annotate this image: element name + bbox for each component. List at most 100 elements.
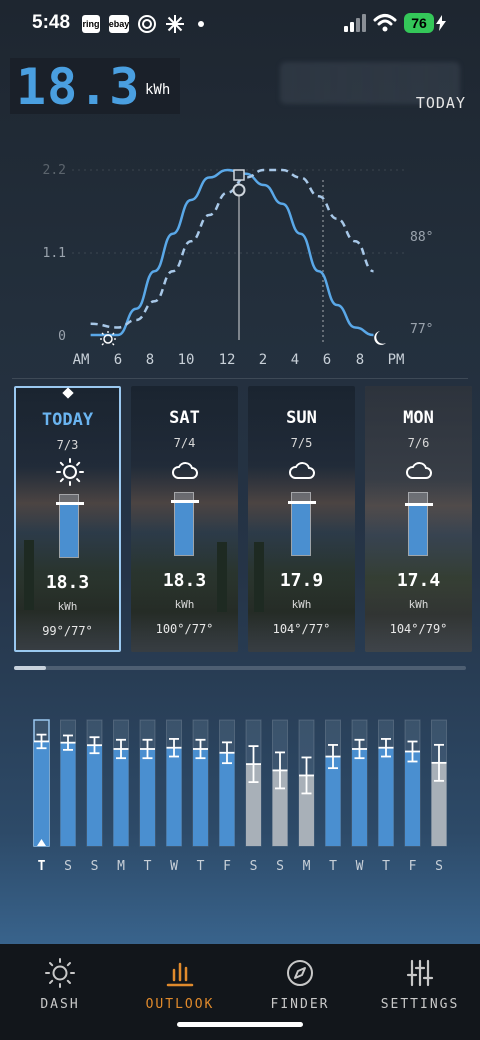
day-bar-label: T bbox=[197, 859, 205, 874]
period-label: TODAY bbox=[415, 94, 466, 112]
energy-total-unit: kWh bbox=[145, 82, 171, 98]
forecast-level-bar bbox=[405, 492, 433, 556]
cloud-icon bbox=[406, 462, 432, 479]
x-tick-12: 12 bbox=[219, 352, 236, 368]
chart-divider bbox=[12, 378, 468, 379]
sunrise-icon bbox=[100, 331, 116, 346]
carousel-scrollbar[interactable] bbox=[14, 666, 466, 670]
ebay-app-icon: ebay bbox=[109, 15, 129, 33]
sun-icon bbox=[45, 958, 75, 988]
spark-app-icon bbox=[166, 15, 184, 33]
forecast-day-date: 7/4 bbox=[173, 436, 196, 450]
now-marker-top bbox=[233, 169, 245, 181]
day-bar-label: T bbox=[38, 859, 46, 874]
forecast-day-date: 7/5 bbox=[290, 436, 313, 450]
forecast-level-bar bbox=[171, 492, 199, 556]
forecast-day-name: SUN bbox=[286, 408, 317, 428]
forecast-carousel[interactable]: TODAY 7/3 18.3 kWh 99°/77° SAT 7/4 18.3 … bbox=[14, 386, 472, 652]
long-range-bar-chart[interactable]: TSSMTWTFSSMTWTFS bbox=[0, 710, 480, 880]
day-bar-fill bbox=[352, 748, 367, 846]
forecast-kwh-unit: kWh bbox=[174, 598, 195, 611]
forecast-level-cap bbox=[288, 500, 316, 504]
day-bar-fill bbox=[405, 751, 420, 846]
forecast-temps: 104°/79° bbox=[389, 622, 448, 636]
day-bar-label: S bbox=[64, 859, 72, 874]
day-bar-label: S bbox=[435, 859, 443, 874]
day-bar-label: T bbox=[144, 859, 152, 874]
forecast-level-bar bbox=[288, 492, 316, 556]
x-tick-6pm: 6 bbox=[323, 352, 331, 368]
day-bar-fill bbox=[140, 748, 155, 846]
forecast-card-mon[interactable]: MON 7/6 17.4 kWh 104°/79° bbox=[365, 386, 472, 652]
forecast-kwh-value: 17.9 bbox=[279, 570, 324, 591]
day-bar-fill bbox=[378, 747, 394, 846]
wifi-icon bbox=[373, 14, 397, 32]
forecast-kwh-unit: kWh bbox=[291, 598, 312, 611]
status-time: 5:48 bbox=[32, 12, 71, 33]
x-tick-pm: PM bbox=[388, 352, 405, 368]
forecast-temps: 104°/77° bbox=[272, 622, 331, 636]
charging-bolt-icon bbox=[436, 15, 446, 31]
day-bar-label: W bbox=[170, 859, 178, 874]
day-bar-fill bbox=[325, 756, 341, 846]
carousel-scroll-thumb[interactable] bbox=[14, 666, 46, 670]
temperature-curve bbox=[90, 168, 374, 329]
x-tick-am: AM bbox=[73, 352, 90, 368]
y-tick-mid: 1.1 bbox=[43, 246, 66, 261]
temp-tick-high: 88° bbox=[410, 230, 433, 245]
forecast-temps: 100°/77° bbox=[155, 622, 214, 636]
tab-outlook[interactable]: OUTLOOK bbox=[120, 944, 240, 1024]
x-tick-2pm: 2 bbox=[259, 352, 267, 368]
day-bar-fill bbox=[113, 748, 129, 846]
forecast-level-fill bbox=[175, 500, 193, 555]
day-bar-label: S bbox=[250, 859, 258, 874]
energy-total-value: 18.3 bbox=[16, 58, 141, 116]
forecast-kwh-value: 17.4 bbox=[396, 570, 441, 591]
forecast-level-cap bbox=[405, 502, 433, 506]
x-tick-8pm: 8 bbox=[356, 352, 364, 368]
day-bar-label: T bbox=[382, 859, 390, 874]
energy-total-panel: 18.3 kWh bbox=[10, 58, 180, 116]
cloud-icon bbox=[172, 462, 198, 479]
forecast-level-bar bbox=[56, 494, 84, 558]
forecast-card-today[interactable]: TODAY 7/3 18.3 kWh 99°/77° bbox=[14, 386, 121, 652]
x-tick-10am: 10 bbox=[178, 352, 195, 368]
forecast-level-fill bbox=[292, 501, 310, 555]
compass-icon bbox=[287, 960, 313, 986]
forecast-level-fill bbox=[409, 503, 427, 555]
home-indicator bbox=[177, 1022, 303, 1027]
temp-tick-low: 77° bbox=[410, 322, 433, 337]
bar-chart-icon bbox=[166, 962, 194, 987]
forecast-kwh-value: 18.3 bbox=[162, 570, 207, 591]
forecast-card-sun[interactable]: SUN 7/5 17.9 kWh 104°/77° bbox=[248, 386, 355, 652]
ring-app-icon: ring bbox=[82, 15, 100, 33]
y-tick-zero: 0 bbox=[58, 329, 66, 344]
forecast-temps: 99°/77° bbox=[42, 624, 93, 638]
forecast-kwh-value: 18.3 bbox=[45, 572, 90, 593]
forecast-level-cap bbox=[171, 499, 199, 503]
hourly-production-chart[interactable]: 2.2 1.1 0 88° 77° AM 6 8 10 12 2 4 6 8 P… bbox=[0, 150, 480, 380]
notification-dot bbox=[198, 21, 204, 27]
day-bar-label: S bbox=[91, 859, 99, 874]
sliders-icon bbox=[406, 959, 434, 987]
forecast-kwh-unit: kWh bbox=[57, 600, 78, 613]
day-bar-label: T bbox=[329, 859, 337, 874]
forecast-day-date: 7/6 bbox=[407, 436, 430, 450]
day-bar-fill bbox=[87, 745, 102, 846]
day-bar-label: M bbox=[303, 859, 311, 874]
day-bar-fill bbox=[193, 748, 208, 846]
day-bar-label: F bbox=[409, 859, 417, 874]
day-bar-fill bbox=[219, 752, 235, 846]
sun-icon bbox=[56, 458, 84, 486]
tab-finder[interactable]: FINDER bbox=[240, 944, 360, 1024]
forecast-card-sat[interactable]: SAT 7/4 18.3 kWh 100°/77° bbox=[131, 386, 238, 652]
tab-label: DASH bbox=[40, 997, 80, 1012]
tab-label: SETTINGS bbox=[380, 997, 460, 1012]
tab-dash[interactable]: DASH bbox=[0, 944, 120, 1024]
forecast-level-cap bbox=[56, 501, 84, 505]
x-tick-6am: 6 bbox=[114, 352, 122, 368]
tab-label: FINDER bbox=[270, 997, 330, 1012]
tab-settings[interactable]: SETTINGS bbox=[360, 944, 480, 1024]
day-bar-label: M bbox=[117, 859, 125, 874]
x-tick-4pm: 4 bbox=[291, 352, 299, 368]
